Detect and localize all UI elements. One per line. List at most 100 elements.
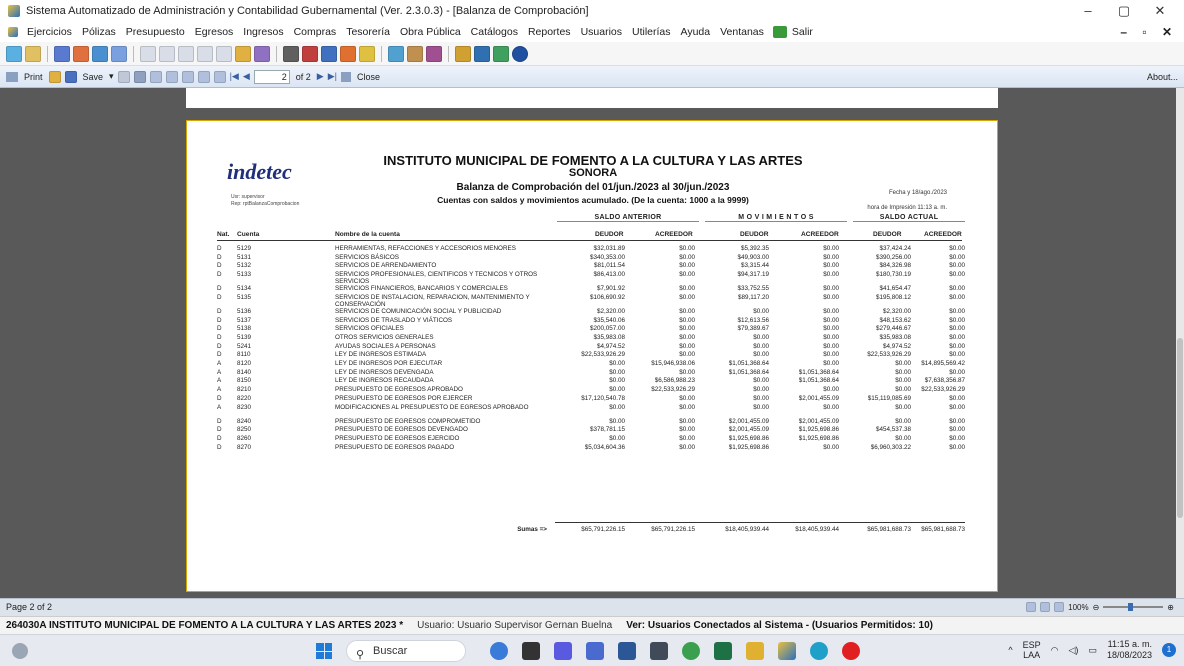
- calculator-icon[interactable]: [650, 642, 668, 660]
- refresh-icon[interactable]: [6, 45, 22, 62]
- email-icon[interactable]: [117, 70, 130, 83]
- menu-catalogos[interactable]: Catálogos: [466, 26, 523, 38]
- menu-presupuesto[interactable]: Presupuesto: [121, 26, 190, 38]
- cell-act-acreedor: $0.00: [949, 271, 965, 279]
- first-page-icon[interactable]: |◀: [230, 71, 239, 82]
- menu-tesoreria[interactable]: Tesorería: [341, 26, 395, 38]
- cell-ant-deudor: $340,353.00: [589, 253, 625, 261]
- menu-polizas[interactable]: Pólizas: [77, 26, 121, 38]
- open-icon[interactable]: [48, 70, 61, 83]
- zoom-slider-knob[interactable]: [1128, 603, 1134, 611]
- menu-ingresos[interactable]: Ingresos: [238, 26, 288, 38]
- about-button[interactable]: About...: [1147, 72, 1178, 82]
- document-icon[interactable]: [25, 45, 41, 62]
- menu-ventanas[interactable]: Ventanas: [715, 26, 769, 38]
- weather-icon[interactable]: [12, 643, 28, 659]
- last-page-icon[interactable]: ▶|: [328, 71, 337, 82]
- page-number-input[interactable]: 2: [253, 69, 290, 84]
- save-button[interactable]: Save: [81, 72, 106, 82]
- menu-ejercicios[interactable]: Ejercicios: [22, 26, 77, 38]
- c-icon[interactable]: [140, 45, 156, 62]
- chrome-icon[interactable]: [682, 642, 700, 660]
- minimize-button[interactable]: –: [1070, 0, 1106, 22]
- battery-icon[interactable]: ▭: [1088, 645, 1097, 656]
- chat-icon[interactable]: [554, 642, 572, 660]
- prev-page-icon[interactable]: ◀: [243, 71, 250, 82]
- word-icon[interactable]: [618, 642, 636, 660]
- zoom-out-icon[interactable]: ⊖: [1093, 603, 1100, 612]
- trash-icon[interactable]: [283, 45, 299, 62]
- language-indicator[interactable]: ESP LAA: [1023, 640, 1041, 660]
- transfer-icon[interactable]: [73, 45, 89, 62]
- file-explorer-icon[interactable]: [746, 642, 764, 660]
- menu-ayuda[interactable]: Ayuda: [676, 26, 716, 38]
- start-button[interactable]: [316, 643, 332, 659]
- vertical-scrollbar[interactable]: [1176, 88, 1184, 598]
- close-window-button[interactable]: ✕: [1142, 0, 1178, 22]
- save-icon[interactable]: [64, 70, 77, 83]
- menu-reportes[interactable]: Reportes: [523, 26, 576, 38]
- saacg-app-icon[interactable]: [778, 642, 796, 660]
- zoom-in-icon[interactable]: [181, 70, 194, 83]
- menu-salir[interactable]: Salir: [787, 26, 818, 38]
- image-icon[interactable]: [388, 45, 404, 62]
- edge-icon[interactable]: [810, 642, 828, 660]
- view-multi-icon[interactable]: [1054, 602, 1065, 612]
- tag-icon[interactable]: [407, 45, 423, 62]
- col-cuenta: Cuenta: [237, 231, 260, 238]
- d-icon[interactable]: [159, 45, 175, 62]
- bing-icon[interactable]: [490, 642, 508, 660]
- table-icon[interactable]: [111, 45, 127, 62]
- cell-ant-acreedor: $0.00: [679, 351, 695, 359]
- app-blue-icon[interactable]: [586, 642, 604, 660]
- cell-act-acreedor: $0.00: [949, 333, 965, 341]
- full-screen-icon[interactable]: [213, 70, 226, 83]
- maximize-button[interactable]: ▢: [1106, 0, 1142, 22]
- zoom-in-icon[interactable]: ⊕: [1167, 603, 1174, 612]
- polizas-icon[interactable]: [54, 45, 70, 62]
- connected-users-link[interactable]: Ver: Usuarios Conectados al Sistema - (U…: [626, 620, 933, 631]
- tray-chevron-icon[interactable]: ^: [1008, 645, 1012, 655]
- wifi-icon[interactable]: ◠: [1051, 645, 1059, 656]
- menu-egresos[interactable]: Egresos: [190, 26, 239, 38]
- notification-badge[interactable]: 1: [1162, 643, 1176, 657]
- menu-obra-publica[interactable]: Obra Pública: [395, 26, 466, 38]
- tools-icon[interactable]: [302, 45, 318, 62]
- task-view-icon[interactable]: [522, 642, 540, 660]
- docs-icon[interactable]: [321, 45, 337, 62]
- next-page-icon[interactable]: ▶: [317, 71, 324, 82]
- green-box-icon[interactable]: [493, 45, 509, 62]
- clock[interactable]: 11:15 a. m. 18/08/2023: [1107, 639, 1152, 661]
- save-dropdown-icon[interactable]: ▾: [109, 71, 114, 82]
- chart-icon[interactable]: [92, 45, 108, 62]
- volume-icon[interactable]: ◁): [1069, 645, 1079, 656]
- e-icon[interactable]: [178, 45, 194, 62]
- zoom-out-icon[interactable]: [197, 70, 210, 83]
- f-icon[interactable]: [197, 45, 213, 62]
- menu-usuarios[interactable]: Usuarios: [576, 26, 627, 38]
- users-icon[interactable]: [254, 45, 270, 62]
- menu-compras[interactable]: Compras: [289, 26, 342, 38]
- mdi-controls[interactable]: – ▫ ✕: [1120, 25, 1178, 39]
- report-icon[interactable]: [235, 45, 251, 62]
- multi-page-icon[interactable]: [165, 70, 178, 83]
- print-button[interactable]: Print: [22, 72, 45, 82]
- single-page-icon[interactable]: [149, 70, 162, 83]
- shapes-icon[interactable]: [340, 45, 356, 62]
- close-button[interactable]: Close: [355, 72, 382, 82]
- taskbar-search[interactable]: ⚲ Buscar: [346, 640, 466, 662]
- find-icon[interactable]: [133, 70, 146, 83]
- monitor-icon[interactable]: [474, 45, 490, 62]
- view-double-icon[interactable]: [1040, 602, 1051, 612]
- excel-icon[interactable]: [714, 642, 732, 660]
- view-single-icon[interactable]: [1026, 602, 1037, 612]
- settings-icon[interactable]: [426, 45, 442, 62]
- scrollbar-thumb[interactable]: [1177, 338, 1183, 518]
- menu-utilerias[interactable]: Utilerías: [627, 26, 676, 38]
- p-icon[interactable]: [216, 45, 232, 62]
- help-icon[interactable]: [512, 45, 528, 62]
- opera-icon[interactable]: [842, 642, 860, 660]
- zoom-slider[interactable]: [1103, 603, 1164, 611]
- key-icon[interactable]: [455, 45, 471, 62]
- calc-icon[interactable]: [359, 45, 375, 62]
